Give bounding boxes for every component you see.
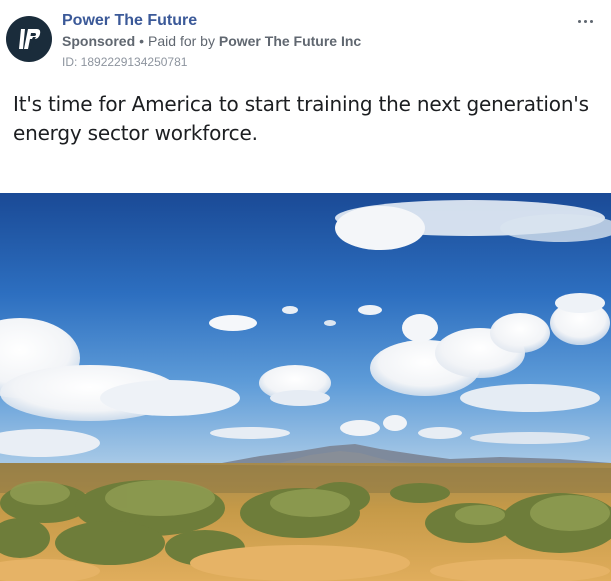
power-the-future-logo-icon (19, 29, 41, 51)
page-avatar[interactable] (6, 16, 52, 62)
desert-landscape-image (0, 193, 611, 581)
paid-for-entity[interactable]: Power The Future Inc (219, 33, 361, 49)
sponsored-label: Sponsored (62, 33, 136, 49)
ellipsis-icon (584, 20, 587, 23)
sponsored-line: Sponsored • Paid for by Power The Future I… (62, 33, 361, 49)
ad-image[interactable] (0, 193, 611, 581)
separator-dot: • (139, 33, 145, 49)
paid-for-prefix: Paid for by (148, 33, 215, 49)
ad-header: Power The Future Sponsored • Paid for by P… (0, 0, 611, 80)
post-body-text: It's time for America to start training … (13, 92, 589, 145)
ellipsis-icon (590, 20, 593, 23)
page-name-link[interactable]: Power The Future (62, 12, 197, 30)
ellipsis-icon (578, 20, 581, 23)
more-options-button[interactable] (575, 10, 597, 32)
ad-id: ID: 1892229134250781 (62, 55, 188, 69)
